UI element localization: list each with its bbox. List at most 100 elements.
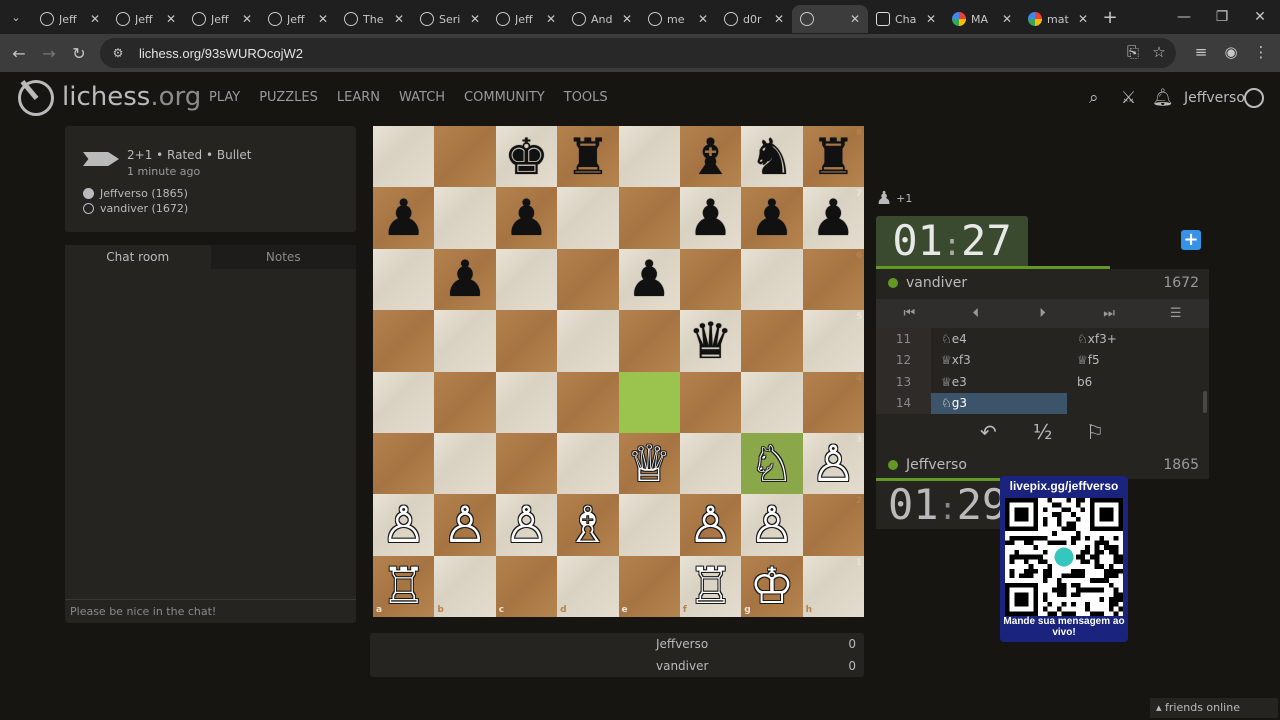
black-piece-d8[interactable]: ♜: [557, 126, 618, 187]
square-b7[interactable]: [434, 187, 496, 249]
white-piece-d2[interactable]: ♗: [557, 494, 618, 555]
square-d5[interactable]: [557, 310, 619, 372]
square-a3[interactable]: [373, 432, 435, 495]
white-piece-f1[interactable]: ♖: [680, 556, 741, 617]
black-piece-g8[interactable]: ♞: [741, 126, 802, 187]
square-b4[interactable]: [434, 371, 496, 433]
browser-tab[interactable]: The ✕: [336, 5, 412, 33]
lichess-logo-icon[interactable]: [18, 80, 54, 116]
square-h4[interactable]: [802, 371, 864, 433]
black-piece-f5[interactable]: ♛: [680, 310, 741, 371]
score-name[interactable]: vandiver: [656, 659, 708, 673]
site-info-icon[interactable]: ⚙: [110, 45, 126, 61]
white-piece-a2[interactable]: ♙: [373, 494, 434, 555]
black-piece-h7[interactable]: ♟: [803, 187, 864, 248]
last-move-icon[interactable]: ⏭: [1076, 306, 1143, 321]
browser-tab[interactable]: And ✕: [564, 5, 640, 33]
nav-community[interactable]: COMMUNITY: [464, 90, 545, 105]
tab-close-icon[interactable]: ✕: [166, 12, 176, 26]
tab-close-icon[interactable]: ✕: [698, 12, 708, 26]
tab-close-icon[interactable]: ✕: [1002, 12, 1012, 26]
back-arrow-icon[interactable]: ←: [4, 38, 34, 68]
move-list-scrollbar[interactable]: [1203, 391, 1207, 413]
white-move[interactable]: ♘e4: [931, 328, 1067, 350]
new-tab-button[interactable]: +: [1096, 7, 1124, 28]
square-h6[interactable]: [802, 248, 864, 311]
square-g6[interactable]: [741, 248, 803, 311]
white-piece-a1[interactable]: ♖: [373, 556, 434, 617]
chat-input[interactable]: Please be nice in the chat!: [65, 599, 356, 623]
square-g5[interactable]: [741, 310, 803, 372]
square-c6[interactable]: [495, 248, 558, 311]
square-d7[interactable]: [557, 187, 619, 249]
tab-notes[interactable]: Notes: [210, 245, 356, 269]
square-c1[interactable]: [495, 555, 558, 617]
swords-icon[interactable]: ⚔: [1121, 88, 1136, 108]
score-name[interactable]: Jeffverso: [656, 637, 708, 651]
url-text[interactable]: lichess.org/93sWUROcojW2: [139, 46, 303, 61]
square-h2[interactable]: [802, 494, 864, 556]
bookmark-star-icon[interactable]: ☆: [1144, 37, 1174, 67]
tab-chat-room[interactable]: Chat room: [65, 245, 211, 269]
square-e1[interactable]: [618, 555, 680, 617]
white-piece-c2[interactable]: ♙: [496, 494, 557, 555]
browser-menu-icon[interactable]: ⋮: [1246, 37, 1276, 67]
black-move[interactable]: b6: [1067, 371, 1203, 393]
square-h5[interactable]: [802, 310, 864, 372]
black-player-line[interactable]: vandiver (1672): [83, 202, 188, 215]
tab-close-icon[interactable]: ✕: [926, 12, 936, 26]
white-move[interactable]: ♕xf3: [931, 350, 1067, 372]
browser-tab[interactable]: Jeff ✕: [260, 5, 336, 33]
search-icon[interactable]: ⌕: [1089, 88, 1099, 108]
white-piece-h3[interactable]: ♙: [803, 433, 864, 494]
browser-tab[interactable]: Jeff ✕: [488, 5, 564, 33]
nav-tools[interactable]: TOOLS: [564, 90, 608, 105]
omnibox[interactable]: ⚙ lichess.org/93sWUROcojW2: [100, 38, 1176, 68]
white-piece-g1[interactable]: ♔: [741, 556, 802, 617]
square-c4[interactable]: [495, 371, 558, 433]
chess-board[interactable]: 8 7 6 5 4 3 2 1 a b c d e f g h ♚ ♜ ♝ ♞ ♜ ♟ ♟ ♟ ♟ ♟ ♟ ♟ ♛ ♕ ♘ ♙ ♙ ♙ ♙ ♗ ♙ ♙ ♖ ♖…: [373, 126, 864, 617]
square-b5[interactable]: [434, 310, 496, 372]
browser-tab[interactable]: Jeff ✕: [108, 5, 184, 33]
square-f4[interactable]: [679, 371, 742, 433]
tab-close-icon[interactable]: ✕: [90, 12, 100, 26]
black-piece-b6[interactable]: ♟: [434, 249, 495, 310]
square-d3[interactable]: [557, 432, 619, 495]
browser-tab[interactable]: ✕: [792, 5, 868, 33]
white-piece-g3[interactable]: ♘: [741, 433, 802, 494]
black-move[interactable]: ♘xf3+: [1067, 328, 1203, 350]
forward-arrow-icon[interactable]: →: [34, 38, 64, 68]
prev-move-icon[interactable]: ⏴: [943, 306, 1010, 321]
tab-close-icon[interactable]: ✕: [774, 12, 784, 26]
tab-search-chevron-icon[interactable]: ⌄: [0, 0, 32, 34]
nav-play[interactable]: PLAY: [209, 90, 240, 105]
profile-icon[interactable]: ◉: [1216, 37, 1246, 67]
site-brand[interactable]: lichess.org: [62, 82, 201, 112]
white-move[interactable]: ♕e3: [931, 371, 1067, 393]
browser-tab[interactable]: Seri ✕: [412, 5, 488, 33]
square-f3[interactable]: [679, 432, 742, 495]
black-piece-f8[interactable]: ♝: [680, 126, 741, 187]
tab-close-icon[interactable]: ✕: [546, 12, 556, 26]
tab-close-icon[interactable]: ✕: [470, 12, 480, 26]
square-c3[interactable]: [495, 432, 558, 495]
black-piece-h8[interactable]: ♜: [803, 126, 864, 187]
self-name[interactable]: Jeffverso: [906, 457, 967, 473]
white-piece-b2[interactable]: ♙: [434, 494, 495, 555]
square-g4[interactable]: [741, 371, 803, 433]
nav-learn[interactable]: LEARN: [337, 90, 380, 105]
black-piece-c8[interactable]: ♚: [496, 126, 557, 187]
browser-tab[interactable]: Jeff ✕: [184, 5, 260, 33]
browser-tab[interactable]: Jeff ✕: [32, 5, 108, 33]
opponent-name[interactable]: vandiver: [906, 275, 967, 291]
browser-tab[interactable]: d0r ✕: [716, 5, 792, 33]
square-a6[interactable]: [373, 248, 435, 311]
black-piece-c7[interactable]: ♟: [496, 187, 557, 248]
white-piece-g2[interactable]: ♙: [741, 494, 802, 555]
media-controls-icon[interactable]: ≡: [1186, 37, 1216, 67]
square-e2[interactable]: [618, 494, 680, 556]
square-e8[interactable]: [618, 126, 680, 188]
black-piece-f7[interactable]: ♟: [680, 187, 741, 248]
white-piece-e3[interactable]: ♕: [619, 433, 680, 494]
square-e7[interactable]: [618, 187, 680, 249]
